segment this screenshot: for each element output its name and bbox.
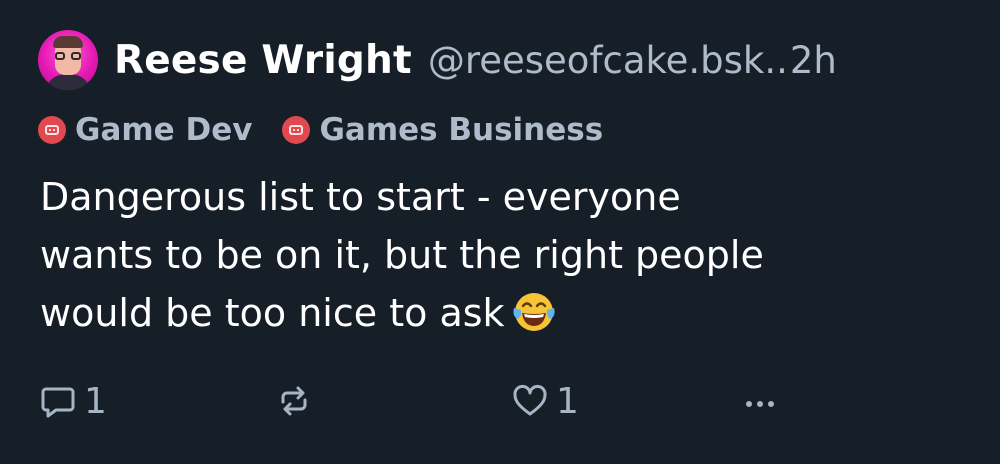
post-text: Dangerous list to start - everyone wants… — [40, 168, 960, 350]
reply-button[interactable]: 1 — [38, 378, 107, 424]
post-text-content: Dangerous list to start - everyone wants… — [40, 175, 764, 335]
repost-icon — [274, 381, 314, 421]
tag-games-business[interactable]: Games Business — [282, 112, 603, 148]
gamepad-icon — [282, 116, 311, 144]
more-icon — [740, 381, 780, 421]
author-display-name[interactable]: Reese Wright — [114, 38, 412, 83]
author-handle[interactable]: @reeseofcake.bsk.. — [428, 39, 788, 82]
repost-button[interactable] — [274, 378, 320, 424]
avatar[interactable] — [38, 30, 98, 90]
post-header: Reese Wright @reeseofcake.bsk.. 2h — [38, 30, 837, 90]
post-card[interactable]: Reese Wright @reeseofcake.bsk.. 2h Game … — [0, 0, 1000, 464]
face-with-tears-of-joy-icon — [511, 288, 557, 350]
feed-tags: Game Dev Games Business — [38, 108, 633, 152]
more-options-button[interactable] — [740, 378, 780, 424]
tag-label: Game Dev — [75, 112, 253, 148]
tag-game-dev[interactable]: Game Dev — [38, 112, 252, 148]
reply-count: 1 — [84, 380, 107, 422]
tag-label: Games Business — [319, 112, 604, 148]
gamepad-icon — [38, 116, 66, 144]
reply-icon — [38, 381, 78, 421]
like-button[interactable]: 1 — [510, 378, 579, 424]
heart-icon — [510, 381, 550, 421]
post-timestamp[interactable]: 2h — [790, 39, 837, 82]
post-actions: 1 1 — [38, 378, 958, 424]
like-count: 1 — [556, 380, 579, 422]
